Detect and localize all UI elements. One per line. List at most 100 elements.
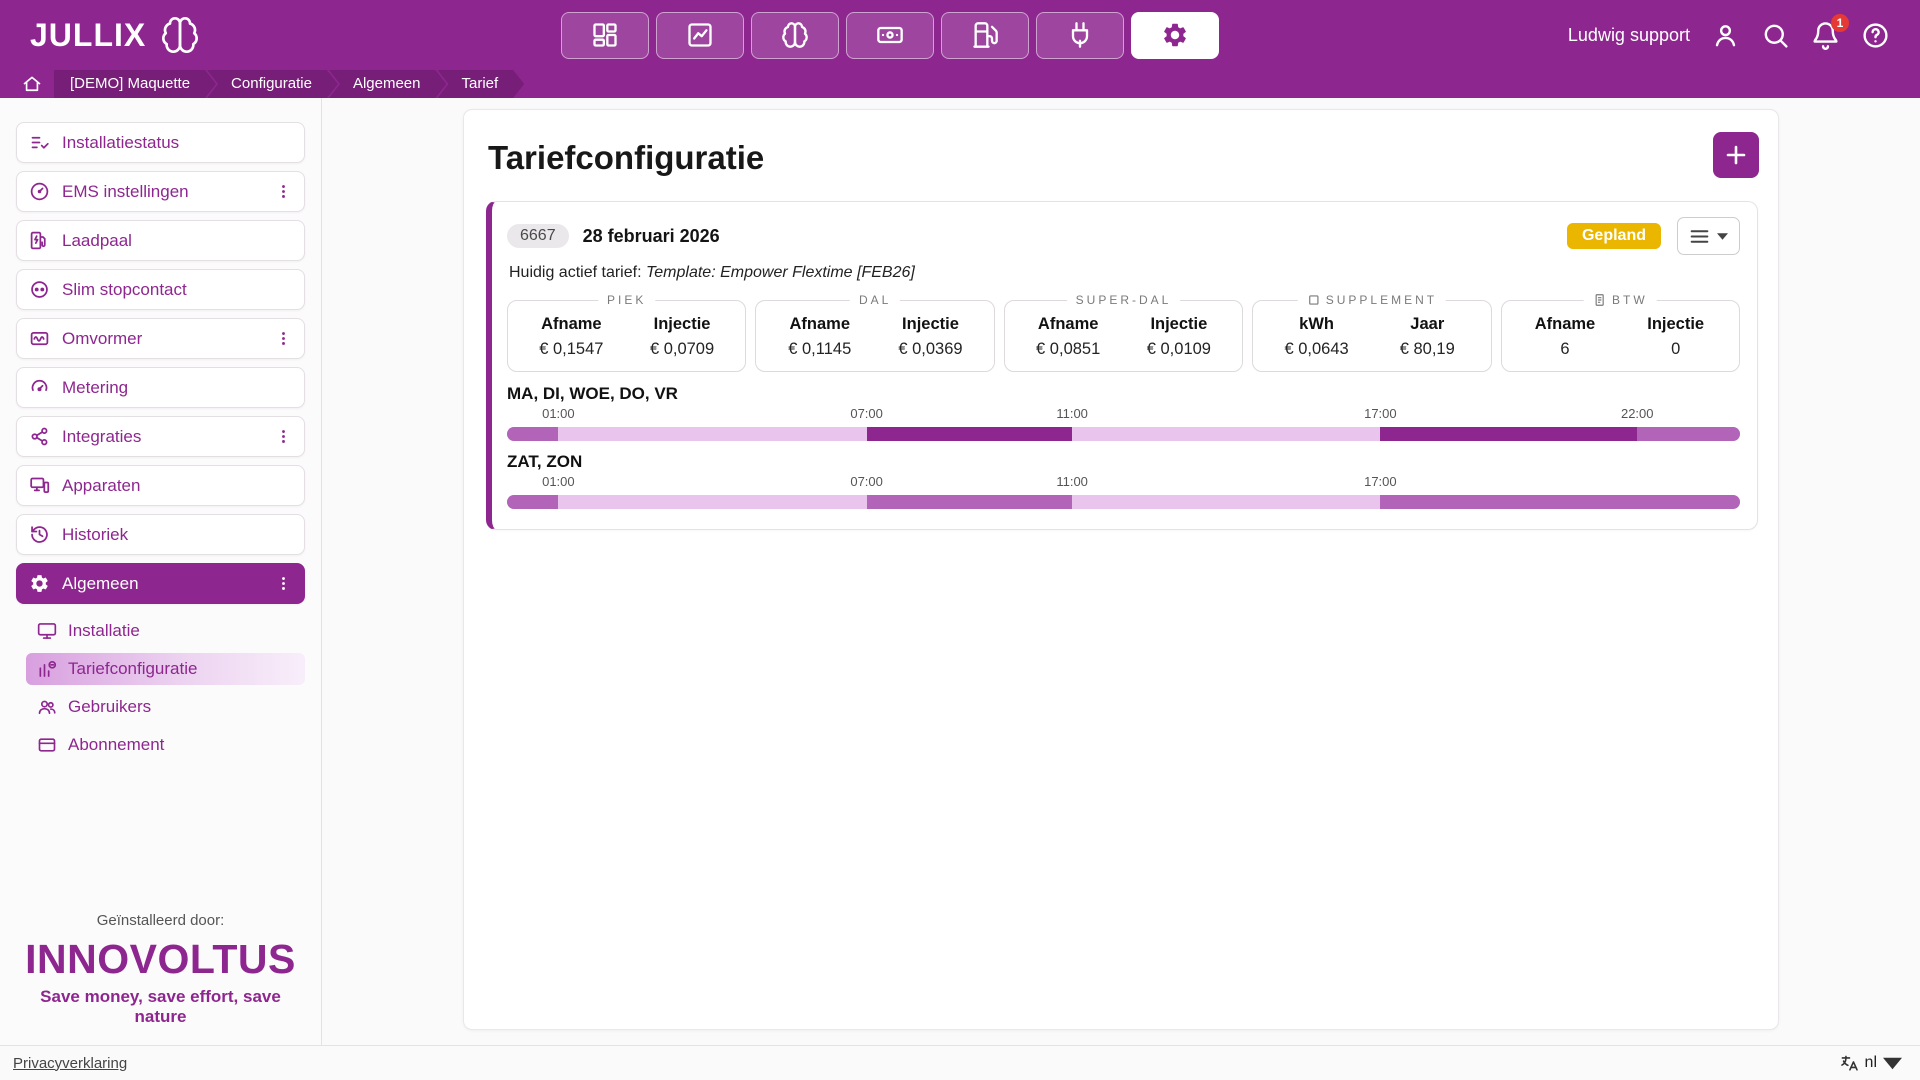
schedule: MA, DI, WOE, DO, VR01:0007:0011:0017:002… bbox=[507, 384, 1740, 441]
installer-tagline: Save money, save effort, save nature bbox=[16, 987, 305, 1027]
field-value: 0 bbox=[1620, 340, 1731, 359]
field-value: € 0,0709 bbox=[627, 340, 738, 359]
brand-logo: JULLIX bbox=[30, 15, 561, 55]
schedule-segment-piek bbox=[867, 427, 1073, 441]
users-icon bbox=[37, 697, 57, 717]
section-title: SUPPLEMENT bbox=[1298, 293, 1446, 307]
sidebar-subitem-installatie[interactable]: Installatie bbox=[26, 615, 305, 647]
tick-label: 22:00 bbox=[1621, 406, 1654, 421]
breadcrumb-item-demo-maquette[interactable]: [DEMO] Maquette bbox=[54, 70, 216, 98]
sidebar-subitem-gebruikers[interactable]: Gebruikers bbox=[26, 691, 305, 723]
field-label: Afname bbox=[764, 315, 875, 334]
schedule-segment-superdal bbox=[1072, 427, 1380, 441]
nav-chart-button[interactable] bbox=[656, 12, 744, 59]
dashboard-icon bbox=[591, 21, 619, 49]
field-label: Afname bbox=[1013, 315, 1124, 334]
nav-billing-button[interactable] bbox=[846, 12, 934, 59]
schedule-segment-dal bbox=[1637, 427, 1740, 441]
brain-icon bbox=[781, 21, 809, 49]
brain-logo-icon bbox=[154, 15, 206, 55]
schedule-ticks: 01:0007:0011:0017:00 bbox=[507, 474, 1740, 492]
active-tariff-line: Huidig actief tarief: Template: Empower … bbox=[509, 264, 1740, 282]
plug-icon bbox=[1066, 21, 1094, 49]
add-tariff-button[interactable] bbox=[1713, 132, 1759, 178]
tick-label: 07:00 bbox=[850, 406, 883, 421]
kebab-menu-icon[interactable] bbox=[275, 428, 292, 445]
sidebar-item-integraties[interactable]: Integraties bbox=[16, 416, 305, 457]
sidebar-item-installatiestatus[interactable]: Installatiestatus bbox=[16, 122, 305, 163]
body-row: Installatiestatus EMS instellingen Laadp… bbox=[0, 98, 1920, 1045]
nav-settings-button[interactable] bbox=[1131, 12, 1219, 59]
sidebar-subitem-label: Abonnement bbox=[68, 735, 164, 755]
user-name[interactable]: Ludwig support bbox=[1568, 25, 1690, 46]
schedule-segment-dal bbox=[1380, 495, 1740, 509]
installed-by-label: Geïnstalleerd door: bbox=[16, 912, 305, 929]
sidebar-item-historiek[interactable]: Historiek bbox=[16, 514, 305, 555]
installer-logo: INNOVOLTUS bbox=[16, 939, 305, 980]
devices-icon bbox=[29, 475, 50, 496]
schedule-segment-superdal bbox=[558, 495, 866, 509]
sidebar-item-slim-stopcontact[interactable]: Slim stopcontact bbox=[16, 269, 305, 310]
schedules: MA, DI, WOE, DO, VR01:0007:0011:0017:002… bbox=[507, 384, 1740, 509]
nav-plug-button[interactable] bbox=[1036, 12, 1124, 59]
schedule-ticks: 01:0007:0011:0017:0022:00 bbox=[507, 406, 1740, 424]
sidebar-item-apparaten[interactable]: Apparaten bbox=[16, 465, 305, 506]
sidebar-item-algemeen[interactable]: Algemeen bbox=[16, 563, 305, 604]
sidebar-item-omvormer[interactable]: Omvormer bbox=[16, 318, 305, 359]
menu-icon bbox=[1689, 226, 1710, 247]
top-nav bbox=[561, 12, 1219, 59]
nav-dashboard-button[interactable] bbox=[561, 12, 649, 59]
sidebar-subitem-abonnement[interactable]: Abonnement bbox=[26, 729, 305, 761]
breadcrumb-item-tarief[interactable]: Tarief bbox=[437, 70, 524, 98]
field-value: 6 bbox=[1510, 340, 1621, 359]
tick-label: 17:00 bbox=[1364, 474, 1397, 489]
help-button[interactable] bbox=[1861, 21, 1890, 50]
tariff-section-piek: PIEK Afname€ 0,1547 Injectie€ 0,0709 bbox=[507, 300, 746, 372]
field-value: € 0,1547 bbox=[516, 340, 627, 359]
kebab-menu-icon[interactable] bbox=[275, 330, 292, 347]
home-button[interactable] bbox=[22, 74, 42, 94]
nav-ems-button[interactable] bbox=[751, 12, 839, 59]
subscription-icon bbox=[37, 735, 57, 755]
schedule-bar[interactable] bbox=[507, 495, 1740, 509]
user-menu-button[interactable] bbox=[1711, 21, 1740, 50]
sidebar-item-laadpaal[interactable]: Laadpaal bbox=[16, 220, 305, 261]
privacy-link[interactable]: Privacyverklaring bbox=[13, 1055, 127, 1072]
sidebar-item-label: Slim stopcontact bbox=[62, 280, 187, 300]
language-label: nl bbox=[1865, 1054, 1877, 1072]
content-card: Tariefconfiguratie 6667 28 februari 2026… bbox=[463, 109, 1779, 1030]
sidebar-subitem-tariefconfiguratie[interactable]: Tariefconfiguratie bbox=[26, 653, 305, 685]
charging-station-icon bbox=[29, 230, 50, 251]
tick-label: 07:00 bbox=[850, 474, 883, 489]
tick-label: 11:00 bbox=[1056, 474, 1088, 489]
nav-charger-button[interactable] bbox=[941, 12, 1029, 59]
field-label: Afname bbox=[1510, 315, 1621, 334]
search-button[interactable] bbox=[1761, 21, 1790, 50]
field-label: Afname bbox=[516, 315, 627, 334]
sidebar-item-metering[interactable]: Metering bbox=[16, 367, 305, 408]
footer: Privacyverklaring nl bbox=[0, 1045, 1920, 1080]
section-title: SUPER-DAL bbox=[1067, 293, 1181, 307]
language-selector[interactable]: nl bbox=[1840, 1054, 1902, 1073]
kebab-menu-icon[interactable] bbox=[275, 183, 292, 200]
schedule-bar[interactable] bbox=[507, 427, 1740, 441]
sidebar-item-ems-instellingen[interactable]: EMS instellingen bbox=[16, 171, 305, 212]
brand-logo-text: JULLIX bbox=[30, 17, 146, 54]
search-icon bbox=[1761, 21, 1790, 50]
active-tariff-value: Template: Empower Flextime [FEB26] bbox=[646, 264, 915, 281]
field-value: € 0,0109 bbox=[1124, 340, 1235, 359]
tariff-menu-button[interactable] bbox=[1677, 217, 1740, 255]
breadcrumb-item-configuratie[interactable]: Configuratie bbox=[207, 70, 338, 98]
breadcrumb-item-algemeen[interactable]: Algemeen bbox=[329, 70, 447, 98]
sidebar-item-label: Installatiestatus bbox=[62, 133, 179, 153]
status-icon bbox=[29, 132, 50, 153]
history-icon bbox=[29, 524, 50, 545]
kebab-menu-icon[interactable] bbox=[275, 575, 292, 592]
field-label: Injectie bbox=[1124, 315, 1235, 334]
field-label: Injectie bbox=[1620, 315, 1731, 334]
active-tariff-label: Huidig actief tarief: bbox=[509, 264, 642, 281]
notifications-button[interactable]: 1 bbox=[1811, 21, 1840, 50]
sidebar: Installatiestatus EMS instellingen Laadp… bbox=[0, 98, 322, 1045]
schedule: ZAT, ZON01:0007:0011:0017:00 bbox=[507, 452, 1740, 509]
schedule-segment-superdal bbox=[558, 427, 866, 441]
